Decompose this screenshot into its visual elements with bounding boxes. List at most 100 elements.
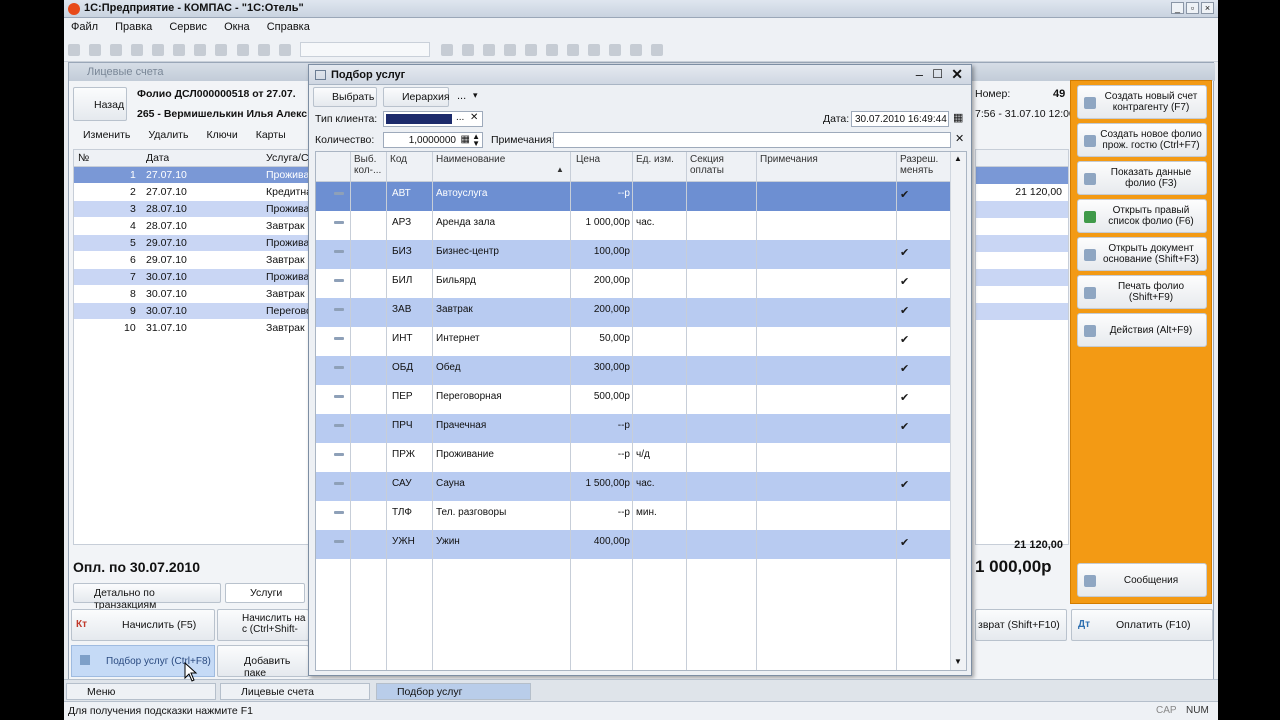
cut-icon[interactable] [131, 44, 144, 56]
table-row[interactable]: 1 27.07.10 Проживан [74, 167, 308, 184]
table-row[interactable]: 6 29.07.10 Завтрак [74, 252, 308, 269]
table-row[interactable]: 2 27.07.10 Кредитна [74, 184, 308, 201]
more-dropdown-icon[interactable]: ▾ [473, 90, 478, 101]
list-item[interactable]: УЖН Ужин 400,00р ✔ [316, 530, 950, 559]
notes-clear-icon[interactable]: ✕ [955, 132, 964, 145]
calendar-icon[interactable] [546, 44, 559, 56]
show-folio-button[interactable]: Показать данные фолио (F3) [1077, 161, 1207, 195]
print-icon[interactable] [194, 44, 207, 56]
calculator-icon[interactable] [525, 44, 537, 56]
create-folio-button[interactable]: Создать новое фолио прож. гостю (Ctrl+F7… [1077, 123, 1207, 157]
quantity-stepper[interactable]: 1,0000000 ▦ ▲ ▼ [383, 132, 483, 148]
windows-icon[interactable] [482, 44, 495, 56]
client-type-clear-icon[interactable]: ✕ [470, 112, 478, 123]
messages-button[interactable]: Сообщения [1077, 563, 1207, 597]
minimize-icon[interactable]: _ [1171, 2, 1184, 14]
paste-icon[interactable] [173, 44, 186, 56]
table-row[interactable]: 9 30.07.10 Перегово [74, 303, 308, 320]
keys-button[interactable]: Ключи [196, 129, 237, 147]
tab-detail[interactable]: Детально по транзакциям [73, 583, 221, 611]
table-row[interactable]: 8 30.07.10 Завтрак [74, 286, 308, 303]
save-icon[interactable] [110, 44, 123, 56]
help-icon[interactable] [503, 44, 516, 56]
charge-button[interactable]: Кт Начислить (F5) [71, 609, 215, 641]
m-minus-icon[interactable] [630, 44, 643, 56]
more-button[interactable]: ... [457, 90, 466, 102]
close-icon[interactable]: ✕ [951, 66, 963, 83]
find-next-icon[interactable] [440, 44, 453, 56]
open-icon[interactable] [89, 44, 102, 56]
tab-pick-services[interactable]: Подбор услуг [376, 683, 531, 700]
client-type-choose[interactable]: ... [456, 112, 464, 123]
notes-field[interactable] [553, 132, 951, 148]
list-item[interactable]: АРЗ Аренда зала 1 000,00р час. [316, 211, 950, 240]
m-icon[interactable] [588, 44, 601, 56]
list-item[interactable]: ЗАВ Завтрак 200,00р ✔ [316, 298, 950, 327]
edit-button[interactable]: Изменить [73, 129, 130, 147]
folio-transactions-grid[interactable]: № Дата Услуга/С 1 27.07.10 Проживан 2 27.07… [73, 149, 309, 545]
menu-help[interactable]: Справка [260, 18, 317, 33]
menu-service[interactable]: Сервис [162, 18, 214, 33]
minimize-icon[interactable]: – [916, 67, 923, 82]
preview-icon[interactable] [215, 44, 228, 56]
cards-button[interactable]: Карты [246, 129, 286, 147]
sort-icon[interactable]: ▲ [556, 164, 564, 175]
menu-file[interactable]: Файл [64, 18, 105, 33]
list-item[interactable]: ОБД Обед 300,00р ✔ [316, 356, 950, 385]
create-account-button[interactable]: Создать новый счет контрагенту (F7) [1077, 85, 1207, 119]
menu-edit[interactable]: Правка [108, 18, 159, 33]
client-type-field[interactable]: ... ✕ [383, 111, 483, 127]
calculator-icon[interactable]: ▦ [461, 134, 470, 145]
calendar-icon[interactable]: ▦ [953, 111, 963, 124]
hierarchy-button[interactable]: Иерархия [383, 87, 450, 107]
scroll-down-icon[interactable]: ▼ [954, 657, 962, 666]
select-button[interactable]: Выбрать [313, 87, 377, 107]
date-field[interactable]: 30.07.2010 16:49:44 [851, 111, 949, 127]
tab-folios[interactable]: Лицевые счета [220, 683, 370, 700]
list-item[interactable]: АВТ Автоуслуга --р ✔ [316, 182, 950, 211]
table-row[interactable]: 5 29.07.10 Проживан [74, 235, 308, 252]
refund-button[interactable]: зврат (Shift+F10) [975, 609, 1067, 641]
maximize-icon[interactable]: ▫ [1186, 2, 1199, 14]
m-plus-icon[interactable] [609, 44, 622, 56]
scroll-up-icon[interactable]: ▲ [954, 154, 962, 163]
services-grid[interactable]: Выб. кол-... Код Наименование ▲ Цена Ед.… [315, 151, 967, 671]
back-button[interactable]: Назад [73, 87, 127, 121]
toolbar-search-input[interactable] [299, 42, 430, 57]
list-item[interactable]: ИНТ Интернет 50,00р ✔ [316, 327, 950, 356]
table-row[interactable]: 4 28.07.10 Завтрак [74, 218, 308, 235]
users-icon[interactable] [567, 44, 580, 56]
list-item[interactable]: ПЕР Переговорная 500,00р ✔ [316, 385, 950, 414]
print-folio-button[interactable]: Печать фолио (Shift+F9) [1077, 275, 1207, 309]
maximize-icon[interactable]: ☐ [932, 67, 943, 81]
forward-arrow-icon[interactable] [257, 44, 270, 56]
list-item[interactable]: САУ Сауна 1 500,00р час. ✔ [316, 472, 950, 501]
vertical-scrollbar[interactable]: ▲ ▼ [950, 152, 966, 670]
table-row[interactable]: 3 28.07.10 Проживан [74, 201, 308, 218]
open-right-list-button[interactable]: Открыть правый список фолио (F6) [1077, 199, 1207, 233]
open-base-document-button[interactable]: Открыть документ основание (Shift+F3) [1077, 237, 1207, 271]
actions-button[interactable]: Действия (Alt+F9) [1077, 313, 1207, 347]
find-prev-icon[interactable] [461, 44, 474, 56]
list-item[interactable]: БИЛ Бильярд 200,00р ✔ [316, 269, 950, 298]
settings-icon[interactable] [651, 44, 664, 56]
list-item[interactable]: ПРЧ Прачечная --р ✔ [316, 414, 950, 443]
charge-by-button[interactable]: Начислить на с (Ctrl+Shift- [217, 609, 309, 641]
add-package-button[interactable]: Добавить паке [217, 645, 309, 679]
pay-button[interactable]: Дт Оплатить (F10) [1071, 609, 1213, 641]
spin-icon[interactable]: ▲ ▼ [472, 133, 480, 148]
back-arrow-icon[interactable] [236, 44, 249, 56]
table-row[interactable]: 10 31.07.10 Завтрак [74, 320, 308, 337]
close-icon[interactable]: × [1201, 2, 1214, 14]
copy-icon[interactable] [152, 44, 165, 56]
search-icon[interactable] [278, 44, 291, 56]
menu-windows[interactable]: Окна [217, 18, 257, 33]
table-row[interactable]: 7 30.07.10 Проживан [74, 269, 308, 286]
tab-services[interactable]: Услуги [225, 583, 305, 603]
list-item[interactable]: ТЛФ Тел. разговоры --р мин. [316, 501, 950, 530]
list-item[interactable]: ПРЖ Проживание --р ч/д [316, 443, 950, 472]
tab-menu[interactable]: Меню [66, 683, 216, 700]
new-icon[interactable] [68, 44, 80, 56]
delete-button[interactable]: Удалить [138, 129, 188, 147]
list-item[interactable]: БИЗ Бизнес-центр 100,00р ✔ [316, 240, 950, 269]
